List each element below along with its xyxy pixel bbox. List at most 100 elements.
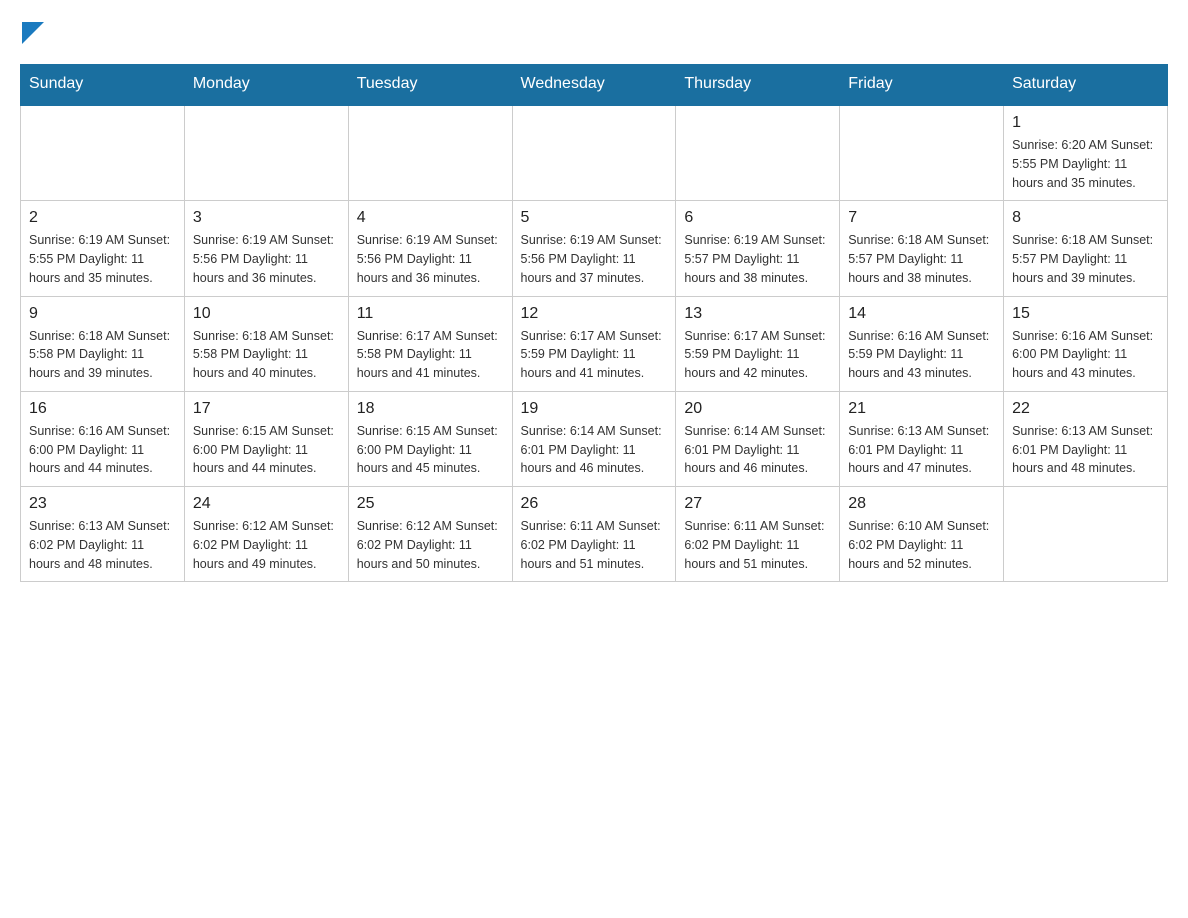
- day-info: Sunrise: 6:19 AM Sunset: 5:56 PM Dayligh…: [521, 231, 668, 287]
- day-number: 16: [29, 400, 176, 418]
- day-info: Sunrise: 6:12 AM Sunset: 6:02 PM Dayligh…: [357, 517, 504, 573]
- day-number: 11: [357, 305, 504, 323]
- day-of-week-wednesday: Wednesday: [512, 65, 676, 105]
- day-info: Sunrise: 6:18 AM Sunset: 5:58 PM Dayligh…: [29, 327, 176, 383]
- calendar-day: 27 Sunrise: 6:11 AM Sunset: 6:02 PM Dayli…: [676, 487, 840, 582]
- day-info: Sunrise: 6:11 AM Sunset: 6:02 PM Dayligh…: [684, 517, 831, 573]
- day-number: 20: [684, 400, 831, 418]
- day-info: Sunrise: 6:19 AM Sunset: 5:55 PM Dayligh…: [29, 231, 176, 287]
- calendar-week-1: 1 Sunrise: 6:20 AM Sunset: 5:55 PM Daylig…: [21, 105, 1168, 201]
- calendar-day: 13 Sunrise: 6:17 AM Sunset: 5:59 PM Dayli…: [676, 296, 840, 391]
- day-of-week-saturday: Saturday: [1004, 65, 1168, 105]
- calendar-day: 12 Sunrise: 6:17 AM Sunset: 5:59 PM Dayli…: [512, 296, 676, 391]
- day-info: Sunrise: 6:10 AM Sunset: 6:02 PM Dayligh…: [848, 517, 995, 573]
- day-info: Sunrise: 6:15 AM Sunset: 6:00 PM Dayligh…: [193, 422, 340, 478]
- calendar-day: 3 Sunrise: 6:19 AM Sunset: 5:56 PM Daylig…: [184, 201, 348, 296]
- calendar-day: [512, 105, 676, 201]
- calendar-day: 8 Sunrise: 6:18 AM Sunset: 5:57 PM Daylig…: [1004, 201, 1168, 296]
- day-number: 8: [1012, 209, 1159, 227]
- day-number: 19: [521, 400, 668, 418]
- calendar-day: [184, 105, 348, 201]
- calendar-week-4: 16 Sunrise: 6:16 AM Sunset: 6:00 PM Dayli…: [21, 391, 1168, 486]
- day-number: 26: [521, 495, 668, 513]
- calendar-day: [348, 105, 512, 201]
- day-info: Sunrise: 6:16 AM Sunset: 6:00 PM Dayligh…: [29, 422, 176, 478]
- day-number: 18: [357, 400, 504, 418]
- calendar-day: [840, 105, 1004, 201]
- day-info: Sunrise: 6:17 AM Sunset: 5:59 PM Dayligh…: [684, 327, 831, 383]
- day-of-week-tuesday: Tuesday: [348, 65, 512, 105]
- day-info: Sunrise: 6:18 AM Sunset: 5:58 PM Dayligh…: [193, 327, 340, 383]
- calendar-table: SundayMondayTuesdayWednesdayThursdayFrid…: [20, 64, 1168, 582]
- day-info: Sunrise: 6:19 AM Sunset: 5:57 PM Dayligh…: [684, 231, 831, 287]
- day-info: Sunrise: 6:13 AM Sunset: 6:01 PM Dayligh…: [848, 422, 995, 478]
- day-info: Sunrise: 6:16 AM Sunset: 5:59 PM Dayligh…: [848, 327, 995, 383]
- day-info: Sunrise: 6:11 AM Sunset: 6:02 PM Dayligh…: [521, 517, 668, 573]
- calendar-day: 19 Sunrise: 6:14 AM Sunset: 6:01 PM Dayli…: [512, 391, 676, 486]
- day-info: Sunrise: 6:16 AM Sunset: 6:00 PM Dayligh…: [1012, 327, 1159, 383]
- day-number: 10: [193, 305, 340, 323]
- calendar-day: [21, 105, 185, 201]
- day-number: 9: [29, 305, 176, 323]
- calendar-day: 17Sunrise: 6:15 AM Sunset: 6:00 PM Dayli…: [184, 391, 348, 486]
- calendar-day: 14 Sunrise: 6:16 AM Sunset: 5:59 PM Dayli…: [840, 296, 1004, 391]
- day-number: 21: [848, 400, 995, 418]
- day-number: 6: [684, 209, 831, 227]
- calendar-week-5: 23 Sunrise: 6:13 AM Sunset: 6:02 PM Dayli…: [21, 487, 1168, 582]
- day-info: Sunrise: 6:17 AM Sunset: 5:58 PM Dayligh…: [357, 327, 504, 383]
- calendar-day: 10 Sunrise: 6:18 AM Sunset: 5:58 PM Dayli…: [184, 296, 348, 391]
- day-info: Sunrise: 6:18 AM Sunset: 5:57 PM Dayligh…: [1012, 231, 1159, 287]
- day-of-week-monday: Monday: [184, 65, 348, 105]
- day-number: 13: [684, 305, 831, 323]
- calendar-body: 1 Sunrise: 6:20 AM Sunset: 5:55 PM Daylig…: [21, 105, 1168, 582]
- calendar-week-3: 9 Sunrise: 6:18 AM Sunset: 5:58 PM Daylig…: [21, 296, 1168, 391]
- day-of-week-thursday: Thursday: [676, 65, 840, 105]
- calendar-day: 7 Sunrise: 6:18 AM Sunset: 5:57 PM Daylig…: [840, 201, 1004, 296]
- day-number: 2: [29, 209, 176, 227]
- calendar-day: 9 Sunrise: 6:18 AM Sunset: 5:58 PM Daylig…: [21, 296, 185, 391]
- day-info: Sunrise: 6:20 AM Sunset: 5:55 PM Dayligh…: [1012, 136, 1159, 192]
- day-info: Sunrise: 6:17 AM Sunset: 5:59 PM Dayligh…: [521, 327, 668, 383]
- calendar-day: 2 Sunrise: 6:19 AM Sunset: 5:55 PM Daylig…: [21, 201, 185, 296]
- day-number: 3: [193, 209, 340, 227]
- day-number: 1: [1012, 114, 1159, 132]
- day-info: Sunrise: 6:12 AM Sunset: 6:02 PM Dayligh…: [193, 517, 340, 573]
- calendar-day: 24Sunrise: 6:12 AM Sunset: 6:02 PM Dayli…: [184, 487, 348, 582]
- calendar-day: 26 Sunrise: 6:11 AM Sunset: 6:02 PM Dayli…: [512, 487, 676, 582]
- day-info: Sunrise: 6:13 AM Sunset: 6:01 PM Dayligh…: [1012, 422, 1159, 478]
- logo: [20, 20, 44, 44]
- logo-triangle-icon: [22, 22, 44, 44]
- calendar-header: SundayMondayTuesdayWednesdayThursdayFrid…: [21, 65, 1168, 105]
- day-number: 14: [848, 305, 995, 323]
- day-info: Sunrise: 6:13 AM Sunset: 6:02 PM Dayligh…: [29, 517, 176, 573]
- calendar-day: 18 Sunrise: 6:15 AM Sunset: 6:00 PM Dayli…: [348, 391, 512, 486]
- calendar-day: [1004, 487, 1168, 582]
- day-number: 7: [848, 209, 995, 227]
- day-info: Sunrise: 6:14 AM Sunset: 6:01 PM Dayligh…: [521, 422, 668, 478]
- day-number: 15: [1012, 305, 1159, 323]
- days-of-week-row: SundayMondayTuesdayWednesdayThursdayFrid…: [21, 65, 1168, 105]
- day-info: Sunrise: 6:19 AM Sunset: 5:56 PM Dayligh…: [193, 231, 340, 287]
- day-number: 5: [521, 209, 668, 227]
- calendar-day: 6 Sunrise: 6:19 AM Sunset: 5:57 PM Daylig…: [676, 201, 840, 296]
- calendar-day: 5 Sunrise: 6:19 AM Sunset: 5:56 PM Daylig…: [512, 201, 676, 296]
- calendar-day: 15 Sunrise: 6:16 AM Sunset: 6:00 PM Dayli…: [1004, 296, 1168, 391]
- day-number: 25: [357, 495, 504, 513]
- day-info: Sunrise: 6:18 AM Sunset: 5:57 PM Dayligh…: [848, 231, 995, 287]
- day-of-week-friday: Friday: [840, 65, 1004, 105]
- day-number: 27: [684, 495, 831, 513]
- calendar-day: 1 Sunrise: 6:20 AM Sunset: 5:55 PM Daylig…: [1004, 105, 1168, 201]
- calendar-day: 22Sunrise: 6:13 AM Sunset: 6:01 PM Dayli…: [1004, 391, 1168, 486]
- calendar-day: 4 Sunrise: 6:19 AM Sunset: 5:56 PM Daylig…: [348, 201, 512, 296]
- day-number: 28: [848, 495, 995, 513]
- day-number: 23: [29, 495, 176, 513]
- day-info: Sunrise: 6:14 AM Sunset: 6:01 PM Dayligh…: [684, 422, 831, 478]
- day-info: Sunrise: 6:15 AM Sunset: 6:00 PM Dayligh…: [357, 422, 504, 478]
- calendar-week-2: 2 Sunrise: 6:19 AM Sunset: 5:55 PM Daylig…: [21, 201, 1168, 296]
- calendar-day: 16 Sunrise: 6:16 AM Sunset: 6:00 PM Dayli…: [21, 391, 185, 486]
- calendar-day: 28 Sunrise: 6:10 AM Sunset: 6:02 PM Dayli…: [840, 487, 1004, 582]
- day-info: Sunrise: 6:19 AM Sunset: 5:56 PM Dayligh…: [357, 231, 504, 287]
- day-number: 12: [521, 305, 668, 323]
- page-header: [20, 20, 1168, 44]
- day-number: 4: [357, 209, 504, 227]
